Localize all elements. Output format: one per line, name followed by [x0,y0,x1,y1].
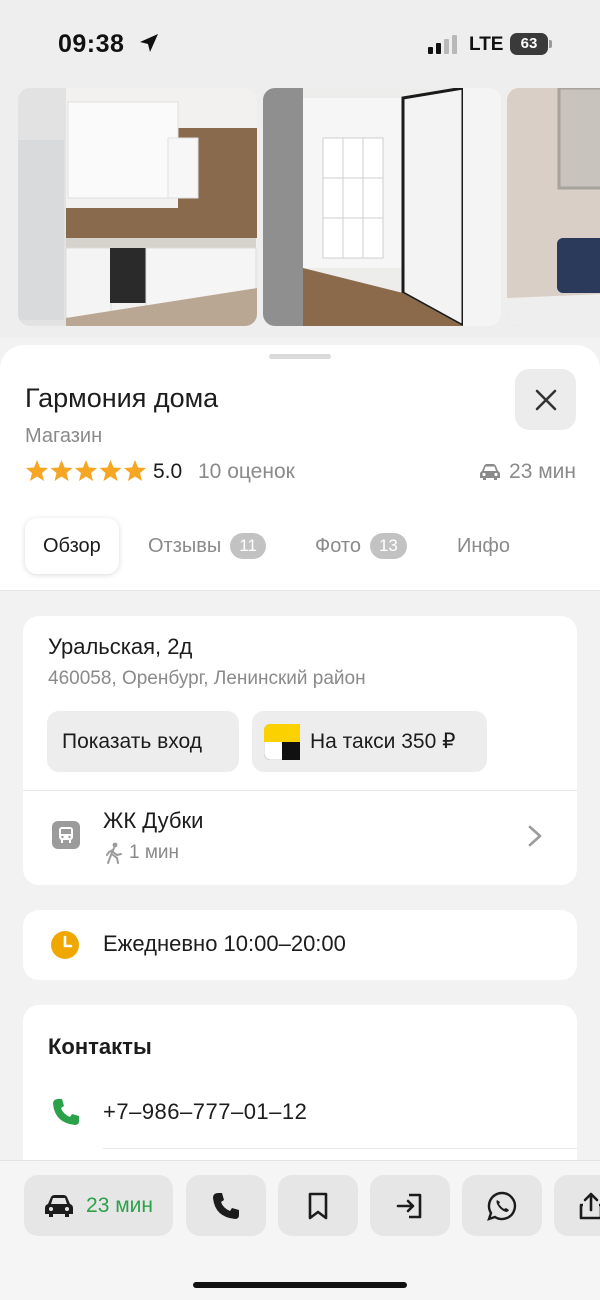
status-bar: 09:38 LTE 63 [0,0,600,88]
rating-row[interactable]: 5.0 10 оценок 23 мин [25,457,576,487]
photo-wardrobe[interactable] [263,88,501,326]
battery-icon: 63 [510,33,548,55]
star-rating-icon [26,460,146,481]
tab-photos[interactable]: Фото 13 [315,518,407,574]
photos-count-badge: 13 [369,533,407,559]
chevron-right-icon[interactable] [527,824,543,848]
tab-bar: Обзор Отзывы 11 Фото 13 Инфо [25,518,585,574]
place-title: Гармония дома [25,383,219,413]
divider [103,1148,577,1149]
phone-icon [53,1099,79,1125]
bookmark-button[interactable] [278,1175,358,1236]
close-button[interactable] [515,369,576,430]
rating-value: 5.0 [153,460,183,483]
address-details: 460058, Оренбург, Ленинский район [48,668,366,689]
hours-card[interactable]: Ежедневно 10:00–20:00 [23,910,577,980]
address-card: Уральская, 2д 460058, Оренбург, Ленински… [23,616,577,885]
tab-info[interactable]: Инфо [457,518,510,574]
call-button[interactable] [186,1175,266,1236]
share-button[interactable] [554,1175,600,1236]
status-time: 09:38 [58,30,125,58]
battery-tip [549,40,552,48]
enter-icon [396,1193,422,1218]
show-entrance-label: Показать вход [62,729,202,753]
place-header: Гармония дома Магазин 5.0 10 оценок 23 м… [0,345,600,591]
bookmark-icon [308,1192,328,1219]
route-time-label: 23 мин [86,1193,153,1217]
place-category: Магазин [25,425,103,447]
reviews-count-badge: 11 [230,533,266,559]
taxi-label: На такси 350 ₽ [310,730,456,753]
transit-stop-name[interactable]: ЖК Дубки [103,808,203,834]
walking-icon [106,842,122,864]
close-icon [535,389,556,410]
signal-icon [428,35,457,54]
working-hours: Ежедневно 10:00–20:00 [103,931,346,956]
yandex-taxi-icon [264,723,300,760]
walk-time: 1 мин [105,842,179,864]
car-icon [480,464,501,480]
share-icon [579,1192,600,1219]
tab-overview[interactable]: Обзор [25,518,119,574]
location-arrow-icon [140,34,158,52]
tab-reviews-label: Отзывы [148,534,222,557]
phone-icon [213,1192,239,1219]
photo-kitchen[interactable] [18,88,257,326]
drive-time[interactable]: 23 мин [479,460,576,484]
photo-hallway[interactable] [507,88,600,326]
contacts-title: Контакты [48,1034,152,1059]
sheet-grabber[interactable] [269,354,331,359]
car-icon [45,1194,74,1217]
phone-number[interactable]: +7‒986‒777‒01‒12 [103,1099,307,1125]
whatsapp-button[interactable] [462,1175,542,1236]
tab-info-label: Инфо [457,534,510,557]
tab-overview-label: Обзор [43,534,101,557]
drive-time-label: 23 мин [509,460,576,483]
rating-count[interactable]: 10 оценок [198,460,295,484]
enter-button[interactable] [370,1175,450,1236]
home-indicator[interactable] [193,1282,407,1288]
tab-reviews[interactable]: Отзывы 11 [148,518,266,574]
taxi-button[interactable]: На такси 350 ₽ [252,711,487,772]
divider [23,790,577,791]
place-card-sheet: Гармония дома Магазин 5.0 10 оценок 23 м… [0,345,600,1300]
address-line[interactable]: Уральская, 2д [48,634,192,660]
show-entrance-button[interactable]: Показать вход [47,711,239,772]
tab-photos-label: Фото [315,534,361,557]
clock-icon [51,931,79,959]
walk-time-label: 1 мин [129,842,180,863]
network-label: LTE [469,34,504,55]
whatsapp-icon [487,1191,517,1221]
photo-gallery[interactable] [0,88,600,338]
bus-stop-icon [52,821,80,849]
action-bar: 23 мин [0,1160,600,1300]
route-button[interactable]: 23 мин [24,1175,173,1236]
